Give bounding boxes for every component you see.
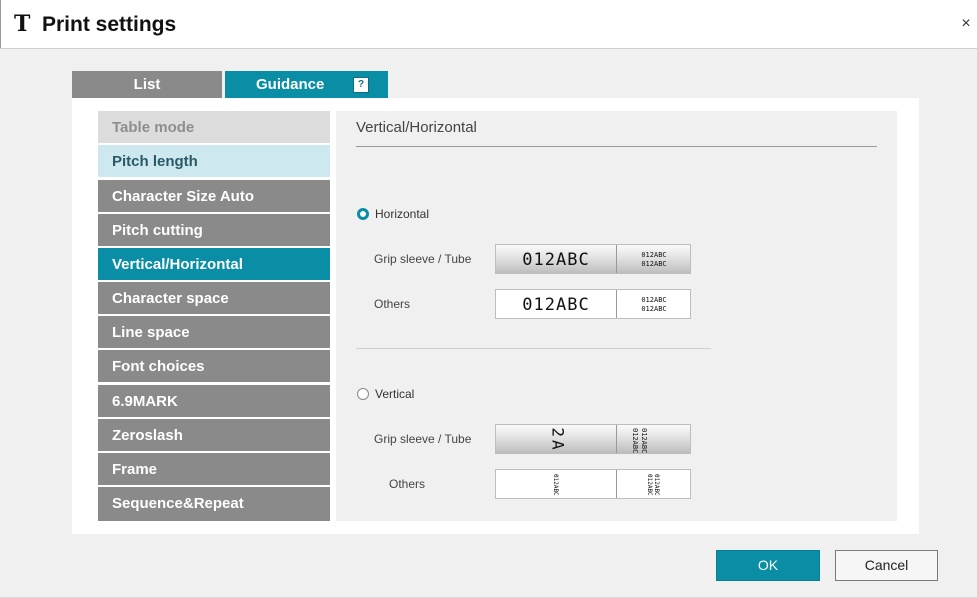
vertical-others-label: Others bbox=[389, 477, 426, 491]
sidebar-item-vertical-horizontal[interactable]: Vertical/Horizontal bbox=[98, 248, 330, 281]
sample-line-2: 012ABC bbox=[653, 474, 660, 496]
sample-text-large: 012ABC bbox=[522, 295, 590, 315]
sidebar-item-frame[interactable]: Frame bbox=[98, 453, 330, 486]
sample-text-two-line: 012ABC 012ABC bbox=[617, 245, 690, 273]
sample-divider bbox=[616, 470, 617, 498]
cancel-button[interactable]: Cancel bbox=[835, 550, 938, 581]
sidebar-item-6-9mark[interactable]: 6.9MARK bbox=[98, 385, 330, 418]
title-bar: T Print settings × bbox=[0, 0, 977, 49]
vertical-label: Vertical bbox=[375, 387, 415, 401]
options-divider bbox=[356, 348, 711, 349]
sample-text-rotated: 012ABC bbox=[552, 474, 559, 496]
app-t-icon: T bbox=[14, 11, 31, 37]
horizontal-radio[interactable] bbox=[357, 208, 369, 220]
sidebar-item-character-size-auto[interactable]: Character Size Auto bbox=[98, 180, 330, 213]
close-icon[interactable]: × bbox=[958, 16, 974, 32]
horizontal-label: Horizontal bbox=[375, 207, 430, 221]
sidebar-item-character-space[interactable]: Character space bbox=[98, 282, 330, 315]
horizontal-grip-sleeve-sample: 012ABC 012ABC 012ABC bbox=[495, 244, 691, 274]
sample-line-1: 012ABC bbox=[646, 474, 653, 496]
vertical-grip-sleeve-label: Grip sleeve / Tube bbox=[374, 432, 472, 446]
rotated-large-text-wrap: 012ABC bbox=[516, 425, 596, 453]
tab-list[interactable]: List bbox=[72, 71, 222, 98]
sidebar-item-table-mode[interactable]: Table mode bbox=[98, 111, 330, 144]
sidebar-item-line-space[interactable]: Line space bbox=[98, 316, 330, 349]
vertical-others-sample: 012ABC 012ABC 012ABC bbox=[495, 469, 691, 499]
sidebar-item-zeroslash[interactable]: Zeroslash bbox=[98, 419, 330, 452]
vertical-radio[interactable] bbox=[357, 388, 369, 400]
horizontal-grip-sleeve-label: Grip sleeve / Tube bbox=[374, 252, 472, 266]
sample-text-two-line: 012ABC 012ABC bbox=[617, 290, 690, 318]
horizontal-others-label: Others bbox=[374, 297, 411, 311]
help-icon[interactable]: ? bbox=[353, 77, 369, 93]
window-title: Print settings bbox=[42, 13, 177, 36]
rotated-small-wrap: 012ABC 012ABC bbox=[617, 425, 690, 454]
vertical-grip-sleeve-sample: 012ABC 012ABC 012ABC bbox=[495, 424, 691, 454]
sample-line-2: 012ABC bbox=[641, 305, 667, 313]
sample-text-large: 012ABC bbox=[522, 250, 590, 270]
sample-line-2: 012ABC bbox=[640, 428, 648, 454]
sidebar-item-sequence-repeat[interactable]: Sequence&Repeat bbox=[98, 487, 330, 521]
horizontal-others-sample: 012ABC 012ABC 012ABC bbox=[495, 289, 691, 319]
sample-line-1: 012ABC bbox=[641, 296, 667, 304]
tab-guidance-label: Guidance bbox=[256, 76, 325, 93]
tab-guidance[interactable]: Guidance ? bbox=[225, 71, 388, 98]
rotated-large-wrap: 012ABC bbox=[496, 425, 616, 453]
sample-line-2: 012ABC bbox=[641, 260, 667, 268]
ok-button[interactable]: OK bbox=[716, 550, 820, 581]
sidebar-item-pitch-cutting[interactable]: Pitch cutting bbox=[98, 214, 330, 247]
section-title: Vertical/Horizontal bbox=[356, 119, 477, 136]
section-underline bbox=[356, 146, 877, 147]
sidebar-item-font-choices[interactable]: Font choices bbox=[98, 350, 330, 383]
sample-text-rotated: 012ABC bbox=[549, 425, 568, 453]
sidebar-item-pitch-length[interactable]: Pitch length bbox=[98, 145, 330, 178]
sample-line-1: 012ABC bbox=[641, 251, 667, 259]
sample-line-1: 012ABC bbox=[631, 428, 639, 454]
